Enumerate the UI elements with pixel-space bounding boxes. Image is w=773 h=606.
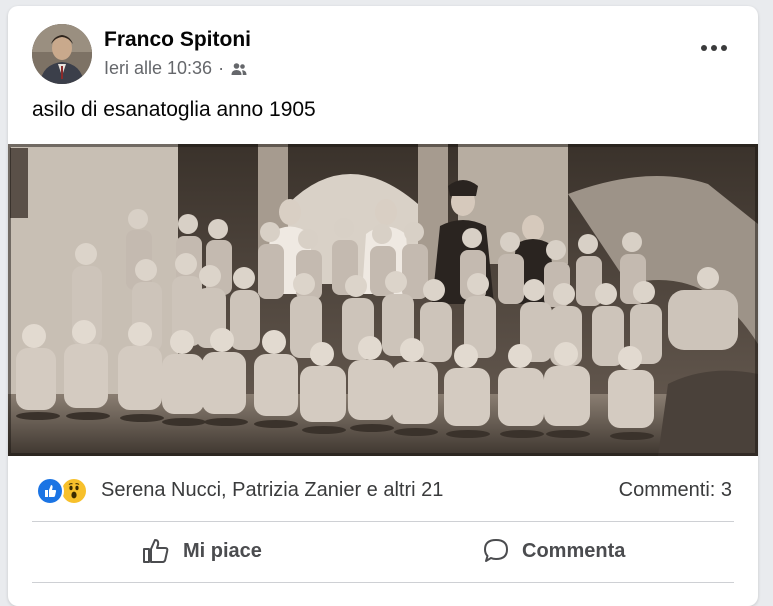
like-button[interactable]: Mi piace	[141, 530, 262, 572]
post-timestamp[interactable]: Ieri alle 10:36	[104, 58, 212, 79]
more-dot-icon	[701, 45, 707, 51]
reactions-row: Serena Nucci, Patrizia Zanier e altri 21…	[8, 474, 758, 510]
divider	[32, 521, 734, 522]
friends-icon[interactable]	[230, 60, 248, 78]
thumbs-up-icon	[143, 539, 169, 563]
author-name[interactable]: Franco Spitoni	[104, 28, 251, 52]
like-button-label: Mi piace	[183, 539, 262, 562]
meta-separator: ·	[218, 58, 225, 78]
group-photo-image	[8, 144, 758, 456]
wow-reaction-icon	[60, 477, 88, 505]
post-header: Franco Spitoni Ieri alle 10:36 ·	[8, 6, 758, 92]
comment-bubble-icon	[484, 539, 508, 562]
post-meta: Ieri alle 10:36 ·	[104, 58, 248, 79]
post-text: asilo di esanatoglia anno 1905	[32, 98, 316, 121]
comments-count[interactable]: Commenti: 3	[619, 479, 732, 502]
more-dot-icon	[721, 45, 727, 51]
avatar-image	[32, 24, 92, 84]
post-photo[interactable]	[8, 144, 758, 456]
like-reaction-icon	[36, 477, 64, 505]
divider	[32, 582, 734, 583]
comment-button[interactable]: Commenta	[482, 530, 625, 572]
reactors-summary[interactable]: Serena Nucci, Patrizia Zanier e altri 21	[101, 479, 443, 502]
comment-button-label: Commenta	[522, 539, 626, 562]
more-options-button[interactable]	[696, 40, 732, 56]
reaction-icons[interactable]	[36, 477, 92, 507]
author-avatar[interactable]	[32, 24, 92, 84]
more-dot-icon	[711, 45, 717, 51]
post-card: Franco Spitoni Ieri alle 10:36 · asilo d…	[8, 6, 758, 606]
